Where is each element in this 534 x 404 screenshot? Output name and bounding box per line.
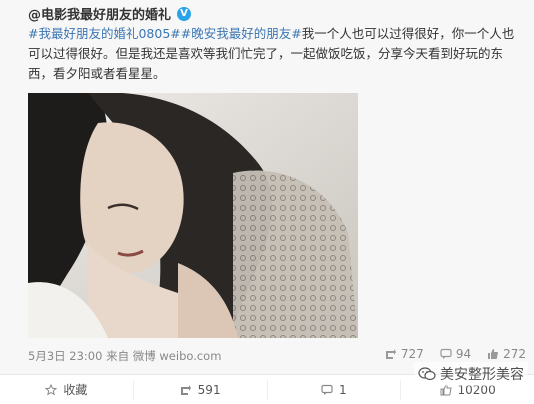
repost-button[interactable]: 591 [134, 379, 268, 400]
post-stats: 727 94 272 [385, 347, 526, 361]
repost-stat[interactable]: 727 [385, 347, 424, 361]
repost-count: 727 [400, 347, 424, 361]
post-text: #我最好朋友的婚礼0805##晚安我最好的朋友#我一个人也可以过得很好，你一个人… [28, 24, 526, 84]
like-count: 272 [503, 347, 526, 361]
thumbs-up-icon [488, 349, 499, 359]
verified-v-icon: V [177, 6, 192, 21]
hashtag-link[interactable]: #我最好朋友的婚礼0805# [28, 26, 181, 41]
star-icon [45, 383, 58, 395]
hashtag-link[interactable]: #晚安我最好的朋友# [181, 26, 302, 41]
woman-lying-photo [28, 93, 358, 338]
comment-stat[interactable]: 94 [440, 347, 471, 361]
comment-icon [440, 348, 452, 359]
author-name[interactable]: @电影我最好朋友的婚礼 [28, 4, 171, 23]
comment-count: 94 [455, 347, 472, 361]
repost-icon [180, 384, 191, 395]
repost-icon [385, 349, 396, 359]
repost-label: 591 [197, 382, 221, 397]
comment-button[interactable]: 1 [268, 379, 402, 400]
favorite-label: 收藏 [63, 383, 88, 397]
like-stat[interactable]: 272 [487, 347, 526, 361]
watermark: 美安整形美容 [414, 362, 528, 386]
post-image[interactable] [28, 93, 358, 338]
wechat-icon [418, 367, 436, 381]
post-meta: 5月3日 23:00 来自 微博 weibo.com [28, 349, 222, 363]
comment-icon [321, 384, 333, 395]
post-header: @电影我最好朋友的婚礼 V [28, 4, 192, 23]
comment-label: 1 [339, 382, 347, 397]
watermark-text: 美安整形美容 [440, 367, 524, 383]
weibo-post: @电影我最好朋友的婚礼 V #我最好朋友的婚礼0805##晚安我最好的朋友#我一… [0, 0, 534, 374]
favorite-button[interactable]: 收藏 [0, 379, 134, 400]
